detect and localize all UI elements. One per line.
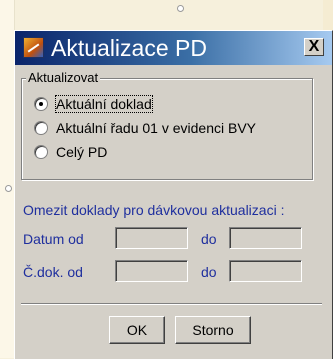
- aktualizace-dialog: Aktualizace PD X Aktualizovat Aktuální d…: [14, 30, 333, 359]
- date-from-field[interactable]: [115, 227, 188, 249]
- radio-label: Aktuální doklad: [55, 95, 153, 113]
- radio-button[interactable]: [34, 121, 48, 135]
- resize-handle-left[interactable]: [5, 185, 12, 192]
- radio-option-current-series[interactable]: Aktuální řadu 01 v evidenci BVY: [34, 119, 256, 137]
- ok-button[interactable]: OK: [109, 316, 165, 344]
- radio-option-current-document[interactable]: Aktuální doklad: [34, 95, 153, 113]
- dialog-title: Aktualizace PD: [51, 35, 207, 61]
- doc-number-to-field[interactable]: [229, 260, 302, 282]
- date-from-label: Datum od: [23, 231, 84, 247]
- button-divider: [21, 303, 322, 305]
- date-to-field[interactable]: [229, 227, 302, 249]
- app-icon: [23, 37, 44, 58]
- update-scope-group: Aktualizovat Aktuální doklad Aktuální řa…: [21, 70, 313, 180]
- radio-option-whole-pd[interactable]: Celý PD: [34, 143, 107, 161]
- radio-button-checked[interactable]: [34, 97, 48, 111]
- radio-label: Aktuální řadu 01 v evidenci BVY: [56, 120, 257, 136]
- dialog-titlebar[interactable]: Aktualizace PD X: [15, 31, 332, 65]
- doc-number-from-field[interactable]: [115, 260, 188, 282]
- designer-frame-left: [0, 0, 15, 358]
- doc-number-from-label: Č.dok. od: [23, 264, 83, 280]
- date-to-label: do: [201, 231, 217, 247]
- close-button[interactable]: X: [304, 38, 324, 56]
- batch-limit-title: Omezit doklady pro dávkovou aktualizaci …: [23, 202, 285, 218]
- radio-label: Celý PD: [56, 144, 108, 160]
- cancel-button[interactable]: Storno: [175, 316, 251, 344]
- update-scope-legend: Aktualizovat: [26, 70, 101, 85]
- resize-handle-top[interactable]: [177, 5, 184, 12]
- radio-button[interactable]: [34, 145, 48, 159]
- doc-number-to-label: do: [201, 264, 217, 280]
